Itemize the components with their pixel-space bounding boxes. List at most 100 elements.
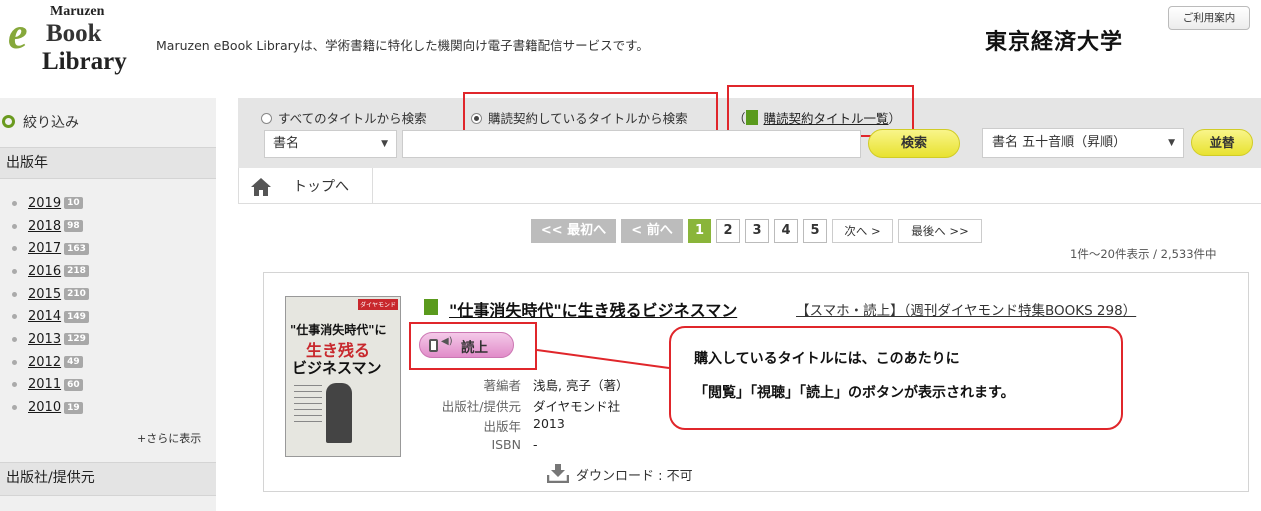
logo-library-text: Library (42, 48, 127, 75)
page-1-button[interactable]: 1 (688, 219, 711, 243)
year-link[interactable]: 2019 (28, 196, 61, 211)
year-facet-list: 2019 10 2018 98 2017 163 2016 218 2015 210 20… (12, 192, 89, 419)
year-link[interactable]: 2012 (28, 355, 61, 370)
tagline: Maruzen eBook Libraryは、学術書籍に特化した機関向け電子書籍… (156, 38, 649, 53)
sort-button[interactable]: 並替 (1191, 129, 1253, 156)
page-2-button[interactable]: 2 (716, 219, 740, 243)
meta-label: 著編者 (483, 378, 521, 393)
search-all-label: すべてのタイトルから検索 (278, 111, 427, 126)
count-badge: 60 (64, 378, 83, 391)
bullet-icon (12, 314, 17, 320)
header: e Maruzen Book Library Maruzen eBook Lib… (0, 0, 1261, 88)
cover-title-line1: "仕事消失時代"に (290, 323, 387, 337)
book-title-series[interactable]: 【スマホ・読上】（週刊ダイヤモンド特集BOOKS 298） (796, 299, 1136, 319)
year-facet-heading: 出版年 (0, 147, 216, 179)
maruzen-ebook-library-logo[interactable]: e Maruzen Book Library (8, 4, 138, 84)
last-page-button[interactable]: 最後へ >> (898, 219, 982, 243)
year-facet-item[interactable]: 2018 98 (12, 215, 89, 238)
cover-title-line3: ビジネスマン (292, 359, 382, 377)
page-3-button[interactable]: 3 (745, 219, 769, 243)
count-badge: 149 (64, 310, 89, 323)
meta-row-isbn: ISBN - (420, 437, 628, 458)
show-more-link[interactable]: +さらに表示 (137, 430, 201, 446)
book-icon (424, 299, 438, 315)
sort-order-value: 書名 五十音順（昇順） (992, 135, 1127, 150)
year-link[interactable]: 2018 (28, 219, 61, 234)
year-facet-item[interactable]: 2015 210 (12, 283, 89, 306)
bullet-icon (12, 405, 17, 411)
first-page-button[interactable]: << 最初へ (531, 219, 616, 243)
sort-order-select[interactable]: 書名 五十音順（昇順） ▼ (982, 128, 1184, 158)
meta-value: 2013 (533, 416, 565, 431)
breadcrumb (238, 168, 1261, 204)
year-facet-item[interactable]: 2011 60 (12, 374, 89, 397)
institution-name: 東京経済大学 (985, 29, 1124, 55)
cover-figure (326, 383, 352, 443)
year-facet-item[interactable]: 2014 149 (12, 305, 89, 328)
year-facet-item[interactable]: 2017 163 (12, 237, 89, 260)
dropdown-caret-icon: ▼ (381, 139, 388, 149)
refine-label: 絞り込み (23, 115, 79, 131)
book-metadata: 著編者 浅島, 亮子（著） 出版社/提供元 ダイヤモンド社 出版年 2013 ISBN… (420, 375, 629, 458)
page-5-button[interactable]: 5 (803, 219, 827, 243)
bullet-icon (12, 382, 17, 388)
count-badge: 218 (64, 265, 89, 278)
user-guide-button[interactable]: ご利用案内 (1168, 6, 1250, 30)
refine-heading: 絞り込み (0, 112, 79, 132)
bullet-icon (12, 246, 17, 252)
meta-label: 出版社/提供元 (441, 398, 521, 414)
year-facet-item[interactable]: 2012 49 (12, 351, 89, 374)
callout-line2: 「閲覧」「視聴」「読上」のボタンが表示されます。 (694, 385, 1015, 401)
cover-brand: ダイヤモンド (358, 299, 398, 310)
search-field-value: 書名 (273, 136, 300, 151)
meta-row-author: 著編者 浅島, 亮子（著） (420, 375, 628, 396)
prev-page-button[interactable]: < 前へ (621, 219, 683, 243)
year-link[interactable]: 2014 (28, 309, 61, 324)
meta-row-year: 出版年 2013 (420, 416, 628, 437)
year-facet-item[interactable]: 2016 218 (12, 260, 89, 283)
year-link[interactable]: 2016 (28, 264, 61, 279)
bullet-icon (12, 291, 17, 297)
bullet-icon (12, 268, 17, 274)
next-page-button[interactable]: 次へ > (832, 219, 893, 243)
year-link[interactable]: 2011 (28, 377, 61, 392)
page-4-button[interactable]: 4 (774, 219, 798, 243)
meta-value: - (533, 436, 538, 452)
radio-unchecked-icon[interactable] (261, 113, 272, 124)
count-badge: 210 (64, 288, 89, 301)
year-facet-item[interactable]: 2019 10 (12, 192, 89, 215)
search-all-option[interactable]: すべてのタイトルから検索 (261, 108, 427, 127)
search-field-select[interactable]: 書名 ▼ (264, 130, 397, 158)
logo-e-letter: e (8, 9, 28, 58)
logo-maruzen-text: Maruzen (50, 4, 105, 19)
result-count: 1件～20件表示 / 2,533件中 (1070, 247, 1217, 261)
year-link[interactable]: 2013 (28, 332, 61, 347)
logo-book-text: Book (46, 20, 102, 47)
download-icon (547, 464, 569, 483)
meta-value: ダイヤモンド社 (533, 398, 621, 414)
count-badge: 10 (64, 197, 83, 210)
year-link[interactable]: 2015 (28, 287, 61, 302)
book-cover-image[interactable]: ダイヤモンド "仕事消失時代"に 生き残る ビジネスマン (285, 296, 401, 457)
search-input[interactable] (402, 130, 861, 158)
meta-row-publisher: 出版社/提供元 ダイヤモンド社 (420, 396, 628, 417)
callout-line1: 購入しているタイトルには、このあたりに (694, 351, 960, 367)
search-button[interactable]: 検索 (868, 129, 960, 158)
year-link[interactable]: 2017 (28, 241, 61, 256)
breadcrumb-top-link[interactable]: トップへ (293, 176, 349, 196)
publisher-facet-heading: 出版社/提供元 (0, 462, 216, 496)
year-facet-item[interactable]: 2013 129 (12, 328, 89, 351)
count-badge: 129 (64, 333, 89, 346)
annotation-callout: 購入しているタイトルには、このあたりに 「閲覧」「視聴」「読上」のボタンが表示さ… (669, 326, 1123, 430)
count-badge: 49 (64, 356, 83, 369)
download-status: ダウンロード : 不可 (576, 469, 693, 484)
year-link[interactable]: 2010 (28, 400, 61, 415)
bullet-icon (12, 200, 17, 206)
bullet-icon (12, 359, 17, 365)
year-facet-item[interactable]: 2010 19 (12, 396, 89, 419)
refine-ring-icon (2, 115, 15, 128)
highlight-box (409, 322, 537, 370)
book-title-link[interactable]: "仕事消失時代"に生き残るビジネスマン (449, 297, 737, 321)
home-icon[interactable] (250, 176, 272, 198)
bullet-icon (12, 223, 17, 229)
